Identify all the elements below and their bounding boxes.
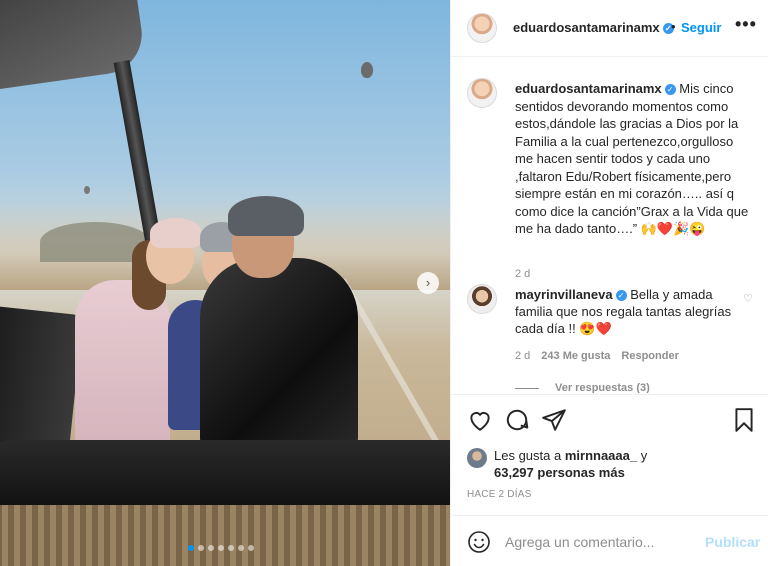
next-slide-button[interactable]: › (417, 272, 439, 294)
chevron-right-icon: › (425, 275, 431, 290)
action-bar (451, 394, 768, 444)
verified-badge-icon: ✓ (664, 84, 676, 96)
author-username[interactable]: eduardosantamarinamx ✓ (513, 20, 674, 35)
more-options-icon[interactable]: ••• (735, 14, 757, 35)
carousel-dot (228, 545, 234, 551)
caption-time[interactable]: 2 d (515, 268, 530, 280)
carousel-dot (208, 545, 214, 551)
commenter-avatar[interactable] (467, 284, 497, 314)
post-date[interactable]: HACE 2 DÍAS (467, 489, 531, 500)
save-bookmark-icon[interactable] (731, 407, 757, 433)
woman-beanie (150, 218, 202, 248)
distant-balloon-small (84, 186, 90, 194)
comment-bubble-icon[interactable] (504, 407, 530, 433)
post-sidebar: eduardosantamarinamx ✓ • Seguir ••• eduar… (450, 0, 768, 566)
caption-text: eduardosantamarinamx ✓ Mis cinco sentidos… (515, 80, 753, 238)
reply-button[interactable]: Responder (621, 350, 678, 362)
likes-line-1: Les gusta a mirnnaaaa_ y (494, 448, 647, 463)
post-photo: › (0, 0, 450, 566)
view-replies-button[interactable]: Ver respuestas (3) (515, 382, 650, 393)
liker-username[interactable]: mirnnaaaa_ (565, 448, 637, 463)
comment-meta: 2 d 243 Me gusta Responder (515, 350, 679, 362)
basket-wicker (0, 505, 450, 566)
caption-username[interactable]: eduardosantamarinamx (515, 81, 662, 96)
emoji-icon[interactable] (467, 530, 491, 554)
author-username-text[interactable]: eduardosantamarinamx (513, 20, 660, 35)
comment-like-heart-icon[interactable]: ♡ (743, 292, 753, 305)
carousel-dots (188, 545, 254, 551)
caption-body: Mis cinco sentidos devorando momentos co… (515, 81, 749, 236)
likes-count[interactable]: 63,297 personas más (494, 465, 625, 480)
likes-conjunction: y (640, 448, 648, 463)
share-paper-plane-icon[interactable] (541, 407, 567, 433)
basket-rim (0, 440, 450, 510)
comment-likes[interactable]: 243 Me gusta (541, 350, 610, 362)
separator: • (671, 19, 676, 34)
likes-line-2: 63,297 personas más (494, 465, 625, 480)
post-header: eduardosantamarinamx ✓ • Seguir ••• (451, 0, 768, 57)
comment-text: mayrinvillaneva ✓ Bella y amada familia q… (515, 286, 735, 337)
add-comment-bar: Publicar (451, 515, 768, 566)
likes-prefix: Les gusta a (494, 448, 562, 463)
follow-button[interactable]: Seguir (681, 20, 721, 35)
author-avatar[interactable] (467, 13, 497, 43)
caption-avatar[interactable] (467, 78, 497, 108)
comment-time[interactable]: 2 d (515, 350, 530, 362)
verified-badge-icon: ✓ (615, 290, 627, 302)
carousel-dot (248, 545, 254, 551)
carousel-dot (188, 545, 194, 551)
man-cap (228, 196, 304, 236)
liker-avatar[interactable] (467, 448, 487, 468)
like-heart-icon[interactable] (467, 407, 493, 433)
post-comment-button[interactable]: Publicar (705, 534, 760, 550)
carousel-dot (218, 545, 224, 551)
commenter-username[interactable]: mayrinvillaneva (515, 287, 613, 302)
man-jacket (200, 258, 358, 458)
comments-section[interactable]: eduardosantamarinamx ✓ Mis cinco sentidos… (451, 58, 768, 393)
carousel-dot (198, 545, 204, 551)
distant-balloon (361, 62, 373, 78)
comment-input[interactable] (505, 531, 695, 553)
carousel-dot (238, 545, 244, 551)
